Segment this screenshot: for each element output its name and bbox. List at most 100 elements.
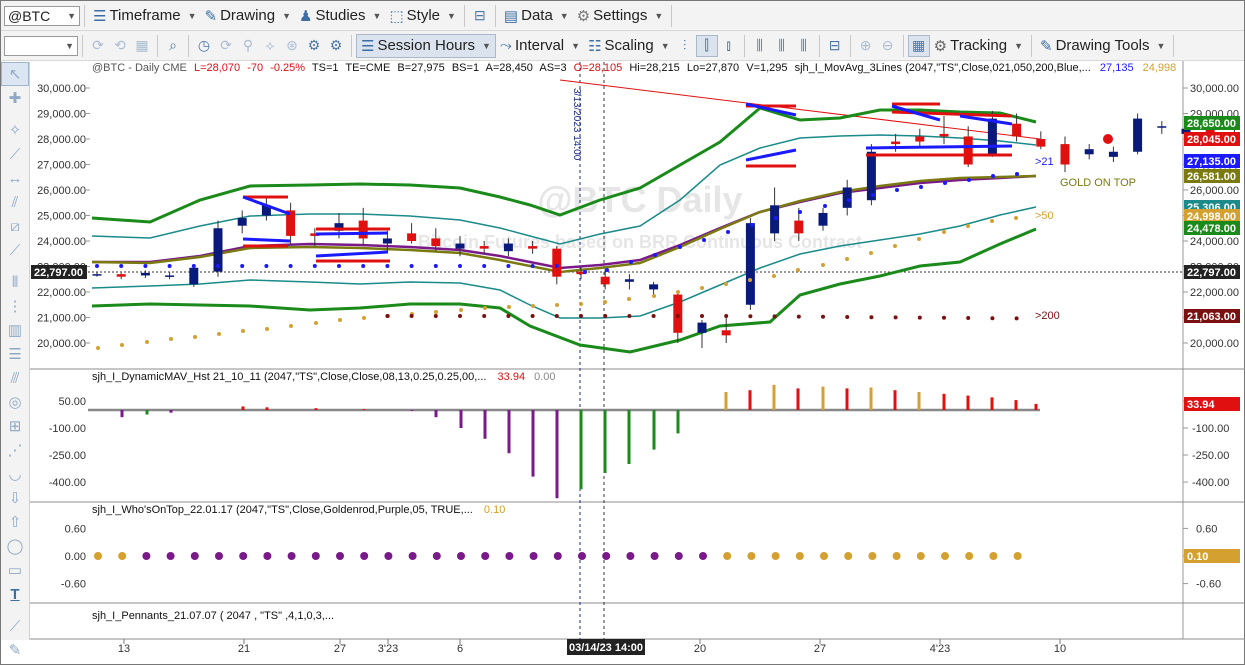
chart-area[interactable]: @BTC Daily Bitcoin Futures based on BRR … <box>0 0 1245 665</box>
status-dot <box>166 552 175 560</box>
ma21-dot <box>653 253 657 257</box>
ma21-dot <box>919 185 923 189</box>
ma50-dot <box>362 316 366 320</box>
candle-down[interactable] <box>1036 139 1046 147</box>
candle-down[interactable] <box>794 220 804 234</box>
status-dot <box>481 552 490 560</box>
panel3-tick-label: 0.60 <box>1196 523 1217 535</box>
panel3-title: sjh_I_Who'sOnTop_22.01.17 (2047,"TS",Clo… <box>92 504 473 516</box>
candle-up[interactable] <box>1157 126 1167 128</box>
ma21-dot <box>385 264 390 268</box>
status-dot <box>892 552 901 560</box>
panel3-tick-label-left: 0.60 <box>65 523 86 535</box>
status-dot <box>626 552 635 560</box>
status-dot <box>457 552 465 560</box>
candle-down[interactable] <box>407 233 417 241</box>
ma50-dot <box>1014 216 1018 220</box>
candle-up[interactable] <box>624 279 634 282</box>
ma50-dot <box>193 335 197 339</box>
panel4-title: sjh_I_Pennants_21.07.07 ( 2047 , "TS" ,4… <box>92 610 334 622</box>
ma50-dot <box>942 230 946 234</box>
candle-down[interactable] <box>431 238 441 247</box>
ma200-dot <box>748 314 753 319</box>
ma50-dot <box>700 286 704 290</box>
status-dot <box>118 552 127 560</box>
ma21-label: >21 <box>1035 156 1054 168</box>
last-price: L=28,070 <box>194 62 240 74</box>
study-name: sjh_I_MovAvg_3Lines (2047,"TS",Close,021… <box>795 62 1091 74</box>
candle-down[interactable] <box>1060 144 1070 165</box>
ma21-dot <box>871 193 875 197</box>
status-dot <box>941 552 949 560</box>
candle-up[interactable] <box>1108 151 1118 157</box>
candle-up[interactable] <box>866 151 876 201</box>
panel3-tick-label-left: -0.60 <box>61 579 86 591</box>
candle-down[interactable] <box>891 141 901 145</box>
panel2-tick-label: -100.00 <box>1192 423 1229 435</box>
ma50-dot <box>917 237 921 241</box>
ma50-dot <box>845 257 849 261</box>
time-tick-label: 21 <box>238 643 250 655</box>
candle-up[interactable] <box>189 267 199 285</box>
candle-up[interactable] <box>92 274 102 276</box>
candle-down[interactable] <box>915 136 925 142</box>
price-tick-label: 24,000.00 <box>1190 236 1239 248</box>
candle-up[interactable] <box>649 284 659 290</box>
time-tick-label: 13 <box>118 643 130 655</box>
status-dot <box>602 552 611 560</box>
panel2-tick-label: -250.00 <box>1192 450 1229 462</box>
candle-down[interactable] <box>1012 123 1022 137</box>
ma200-dot <box>433 314 438 318</box>
panel2-tick-label: -400.00 <box>1192 477 1229 489</box>
candle-down[interactable] <box>600 276 610 285</box>
status-dot <box>747 552 756 560</box>
ma21-dot <box>240 264 245 268</box>
alert-dot[interactable] <box>1103 134 1113 144</box>
status-dot <box>311 552 320 560</box>
time-tick-label: 10 <box>1054 643 1066 655</box>
candle-down[interactable] <box>528 246 538 249</box>
candle-up[interactable] <box>140 272 150 276</box>
price-tick-label-left: 20,000.00 <box>37 338 86 350</box>
ma200-dot <box>772 314 777 319</box>
candle-up[interactable] <box>1133 118 1143 152</box>
candle-down[interactable] <box>939 133 949 137</box>
ma21-dot <box>433 264 438 268</box>
price-tick-label: 26,000.00 <box>1190 185 1239 197</box>
status-dot <box>432 552 441 560</box>
ma200-dot <box>651 314 656 318</box>
ma50-dot <box>821 263 825 267</box>
candle-up[interactable] <box>842 187 852 208</box>
ma50-dot <box>893 244 897 248</box>
ma21-dot <box>119 264 124 268</box>
ma200-dot <box>966 316 971 320</box>
ma50-dot <box>531 304 535 308</box>
status-dot <box>263 552 272 560</box>
candle-up[interactable] <box>165 275 175 277</box>
ma50-dot <box>289 324 293 328</box>
candle-up[interactable] <box>1084 149 1094 155</box>
candle-up[interactable] <box>382 238 392 244</box>
candle-up[interactable] <box>697 322 707 333</box>
ma200-dot <box>675 314 680 318</box>
candle-up[interactable] <box>455 243 465 249</box>
ma21-dot <box>726 230 730 234</box>
candle-up[interactable] <box>745 223 755 305</box>
candle-down[interactable] <box>479 246 489 249</box>
candle-down[interactable] <box>673 294 683 333</box>
candle-down[interactable] <box>116 274 126 277</box>
ma21-dot <box>750 223 754 227</box>
candle-up[interactable] <box>237 218 247 226</box>
panel2-value2: 0.00 <box>534 371 555 383</box>
candle-down[interactable] <box>721 330 731 336</box>
status-dot <box>529 552 538 560</box>
candle-up[interactable] <box>987 118 997 155</box>
time-cursor-label: 03/14/23 14:00 <box>569 642 643 654</box>
candle-down[interactable] <box>963 136 973 165</box>
ma21-dot <box>458 264 462 268</box>
candle-up[interactable] <box>818 212 828 226</box>
ma21-dot <box>530 264 535 268</box>
candle-up[interactable] <box>503 243 513 252</box>
candle-down[interactable] <box>552 248 562 277</box>
ma21-dot <box>409 264 414 268</box>
